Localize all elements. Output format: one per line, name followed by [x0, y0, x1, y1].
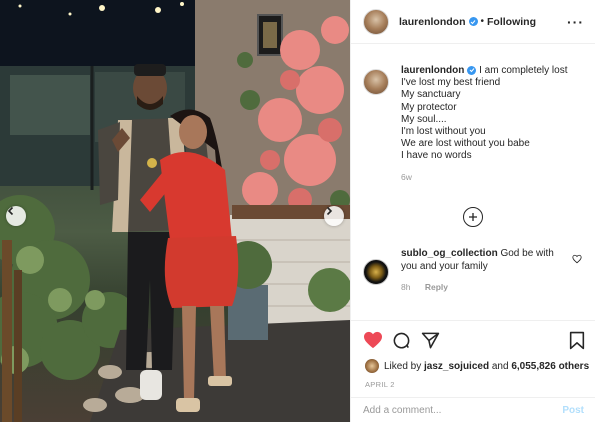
comment-input[interactable]: [363, 405, 543, 416]
bookmark-icon[interactable]: [569, 331, 585, 350]
liker-username[interactable]: jasz_sojuiced: [424, 361, 489, 372]
separator-dot: •: [480, 16, 485, 27]
photo-scene: [0, 0, 350, 422]
caption-text-line: My protector: [401, 101, 457, 113]
commenter-avatar[interactable]: [363, 259, 389, 285]
post-photo[interactable]: [0, 0, 350, 422]
heart-filled-icon[interactable]: [363, 331, 383, 349]
likes-others-count[interactable]: 6,055,826 others: [511, 361, 589, 372]
caption-text-line: My soul....: [401, 113, 447, 125]
caption-timestamp[interactable]: 6w: [401, 171, 588, 183]
caption-text-line: My sanctuary: [401, 89, 461, 101]
comments-section[interactable]: laurenlondon I am completely lost I've l…: [351, 44, 595, 320]
likes-joiner: and: [491, 360, 509, 372]
post-comment-button[interactable]: Post: [562, 405, 584, 416]
likes-summary: Liked by jasz_sojuiced and 6,055,826 oth…: [365, 359, 589, 373]
following-button[interactable]: Following: [487, 16, 536, 28]
comment-bubble-icon[interactable]: [392, 331, 411, 350]
post-date[interactable]: APRIL 2: [365, 380, 395, 389]
more-options-icon[interactable]: ···: [567, 14, 584, 30]
caption-text-line: I'm lost without you: [401, 126, 486, 138]
caption-username[interactable]: laurenlondon: [401, 65, 464, 76]
next-photo-button[interactable]: [324, 206, 344, 226]
caption-author-avatar[interactable]: [363, 69, 389, 95]
reply-button[interactable]: Reply: [425, 282, 448, 292]
author-username[interactable]: laurenlondon: [399, 16, 466, 28]
verified-badge-icon: [468, 17, 478, 26]
likes-prefix: Liked by: [384, 360, 422, 372]
previous-photo-button[interactable]: [6, 206, 26, 226]
chevron-left-icon: [7, 206, 14, 216]
add-comment-bar: Post: [351, 397, 595, 422]
commenter-username[interactable]: sublo_og_collection: [401, 248, 498, 259]
caption-line: laurenlondon I am completely lost: [401, 65, 568, 76]
post-side-panel: laurenlondon • Following ··· laurenlondo…: [350, 0, 595, 422]
share-paper-plane-icon[interactable]: [421, 331, 440, 350]
post-actions-section: Liked by jasz_sojuiced and 6,055,826 oth…: [351, 320, 595, 422]
post-caption: laurenlondon I am completely lost I've l…: [363, 65, 588, 183]
plus-circle-icon: [469, 213, 477, 221]
caption-text-line: I am completely lost: [479, 65, 568, 76]
verified-badge-icon: [467, 65, 477, 75]
caption-text-line: I have no words: [401, 150, 472, 162]
author-avatar[interactable]: [363, 8, 389, 35]
comment-item: sublo_og_collection God be with you and …: [363, 247, 588, 294]
chevron-right-icon: [326, 206, 333, 216]
post-header: laurenlondon • Following ···: [351, 0, 595, 44]
caption-text-line: I've lost my best friend: [401, 77, 501, 89]
comment-timestamp[interactable]: 8h: [401, 282, 410, 292]
comment-like-heart-icon[interactable]: [572, 254, 582, 264]
liker-avatar[interactable]: [365, 359, 379, 373]
load-more-comments-button[interactable]: [463, 207, 483, 227]
caption-text-line: We are lost without you babe: [401, 138, 530, 150]
